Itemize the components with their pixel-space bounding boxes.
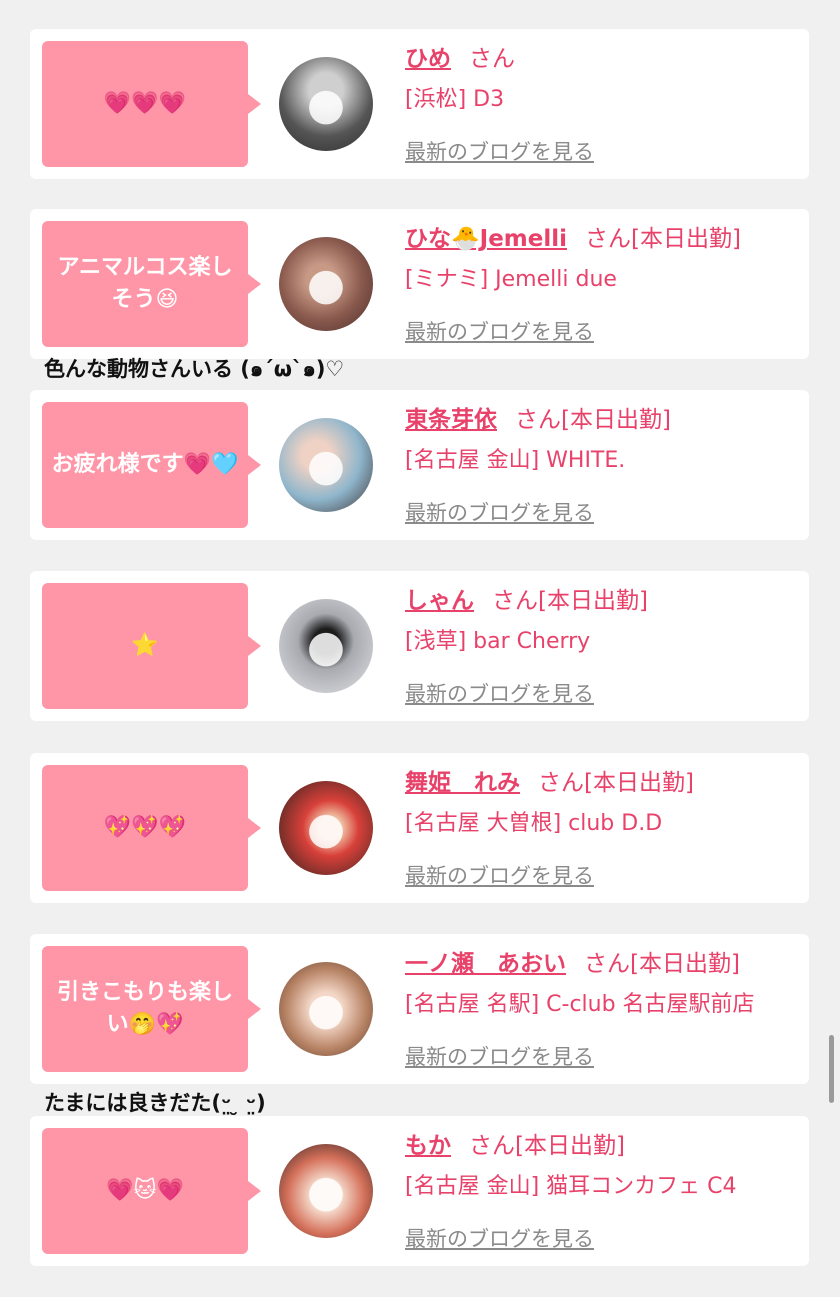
message-bubble: 引きこもりも楽しい🤭💖 (42, 946, 261, 1072)
vertical-scrollbar[interactable] (829, 1035, 834, 1103)
latest-blog-link[interactable]: 最新のブログを見る (405, 1041, 594, 1071)
name-suffix: さん[本日出勤] (538, 770, 694, 796)
person-photo-icon: ● (306, 258, 346, 310)
shop-label: [浜松] D3 (405, 87, 505, 112)
avatar[interactable]: ● (279, 237, 373, 331)
girl-name-link[interactable]: ひめ (405, 46, 451, 72)
message-bubble: お疲れ様です💗🩵 (42, 402, 261, 528)
name-suffix: さん[本日出勤] (492, 588, 648, 614)
girl-name-link[interactable]: しゃん (405, 588, 474, 614)
message-bubble: 💗🐱💗 (42, 1128, 261, 1254)
girl-name-link[interactable]: 東条芽依 (405, 407, 497, 433)
girl-card: ⭐ ● しゃん さん[本日出勤] [浅草] bar Cherry 最新のブログを見… (30, 571, 809, 721)
name-suffix: さん[本日出勤] (584, 951, 740, 977)
girl-card: アニマルコス楽しそう😆 ● ひな🐣Jemelli さん[本日出勤] [ミナミ] J… (30, 209, 809, 359)
girl-name-link[interactable]: 一ノ瀬 あおい (405, 951, 566, 977)
girl-card: お疲れ様です💗🩵 ● 東条芽依 さん[本日出勤] [名古屋 金山] WHITE. … (30, 390, 809, 540)
message-bubble: ⭐ (42, 583, 261, 709)
avatar[interactable]: ● (279, 57, 373, 151)
person-photo-icon: ● (306, 983, 346, 1035)
name-suffix: さん[本日出勤] (469, 1133, 625, 1159)
avatar[interactable]: ● (279, 418, 373, 512)
latest-blog-link[interactable]: 最新のブログを見る (405, 497, 594, 527)
girl-comment: たまには良きだた(ᵕ̤ ̮ ᵕ̤) (44, 1091, 266, 1115)
message-bubble: アニマルコス楽しそう😆 (42, 221, 261, 347)
person-photo-icon: ● (306, 802, 346, 854)
latest-blog-link[interactable]: 最新のブログを見る (405, 316, 594, 346)
girl-comment: 色んな動物さんいる (๑´ω`๑)♡ (44, 357, 345, 381)
person-photo-icon: ● (306, 1165, 346, 1217)
shop-label: [名古屋 名駅] C-club 名古屋駅前店 (405, 992, 755, 1017)
shop-label: [名古屋 金山] 猫耳コンカフェ C4 (405, 1174, 737, 1199)
girl-name-link[interactable]: 舞姫 れみ (405, 770, 520, 796)
girl-name-link[interactable]: ひな🐣Jemelli (405, 226, 567, 252)
shop-label: [名古屋 大曽根] club D.D (405, 811, 663, 836)
name-suffix: さん[本日出勤] (515, 407, 671, 433)
shop-label: [ミナミ] Jemelli due (405, 267, 617, 292)
person-photo-icon: ● (306, 439, 346, 491)
latest-blog-link[interactable]: 最新のブログを見る (405, 678, 594, 708)
latest-blog-link[interactable]: 最新のブログを見る (405, 860, 594, 890)
avatar[interactable]: ● (279, 962, 373, 1056)
name-suffix: さん (469, 46, 515, 72)
avatar[interactable]: ● (279, 1144, 373, 1238)
shop-label: [名古屋 金山] WHITE. (405, 448, 626, 473)
avatar[interactable]: ● (279, 781, 373, 875)
latest-blog-link[interactable]: 最新のブログを見る (405, 1223, 594, 1253)
girl-card: 引きこもりも楽しい🤭💖 ● 一ノ瀬 あおい さん[本日出勤] [名古屋 名駅] C… (30, 934, 809, 1084)
message-bubble: 💗💗💗 (42, 41, 261, 167)
person-photo-icon: ● (306, 620, 346, 672)
girl-name-link[interactable]: もか (405, 1133, 451, 1159)
girl-card: 💗🐱💗 ● もか さん[本日出勤] [名古屋 金山] 猫耳コンカフェ C4 最新の… (30, 1116, 809, 1266)
shop-label: [浅草] bar Cherry (405, 629, 591, 654)
avatar[interactable]: ● (279, 599, 373, 693)
girl-card: 💖💖💖 ● 舞姫 れみ さん[本日出勤] [名古屋 大曽根] club D.D 最… (30, 753, 809, 903)
message-bubble: 💖💖💖 (42, 765, 261, 891)
name-suffix: さん[本日出勤] (585, 226, 741, 252)
latest-blog-link[interactable]: 最新のブログを見る (405, 136, 594, 166)
girl-card: 💗💗💗 ● ひめ さん [浜松] D3 最新のブログを見る (30, 29, 809, 179)
person-photo-icon: ● (306, 78, 346, 130)
